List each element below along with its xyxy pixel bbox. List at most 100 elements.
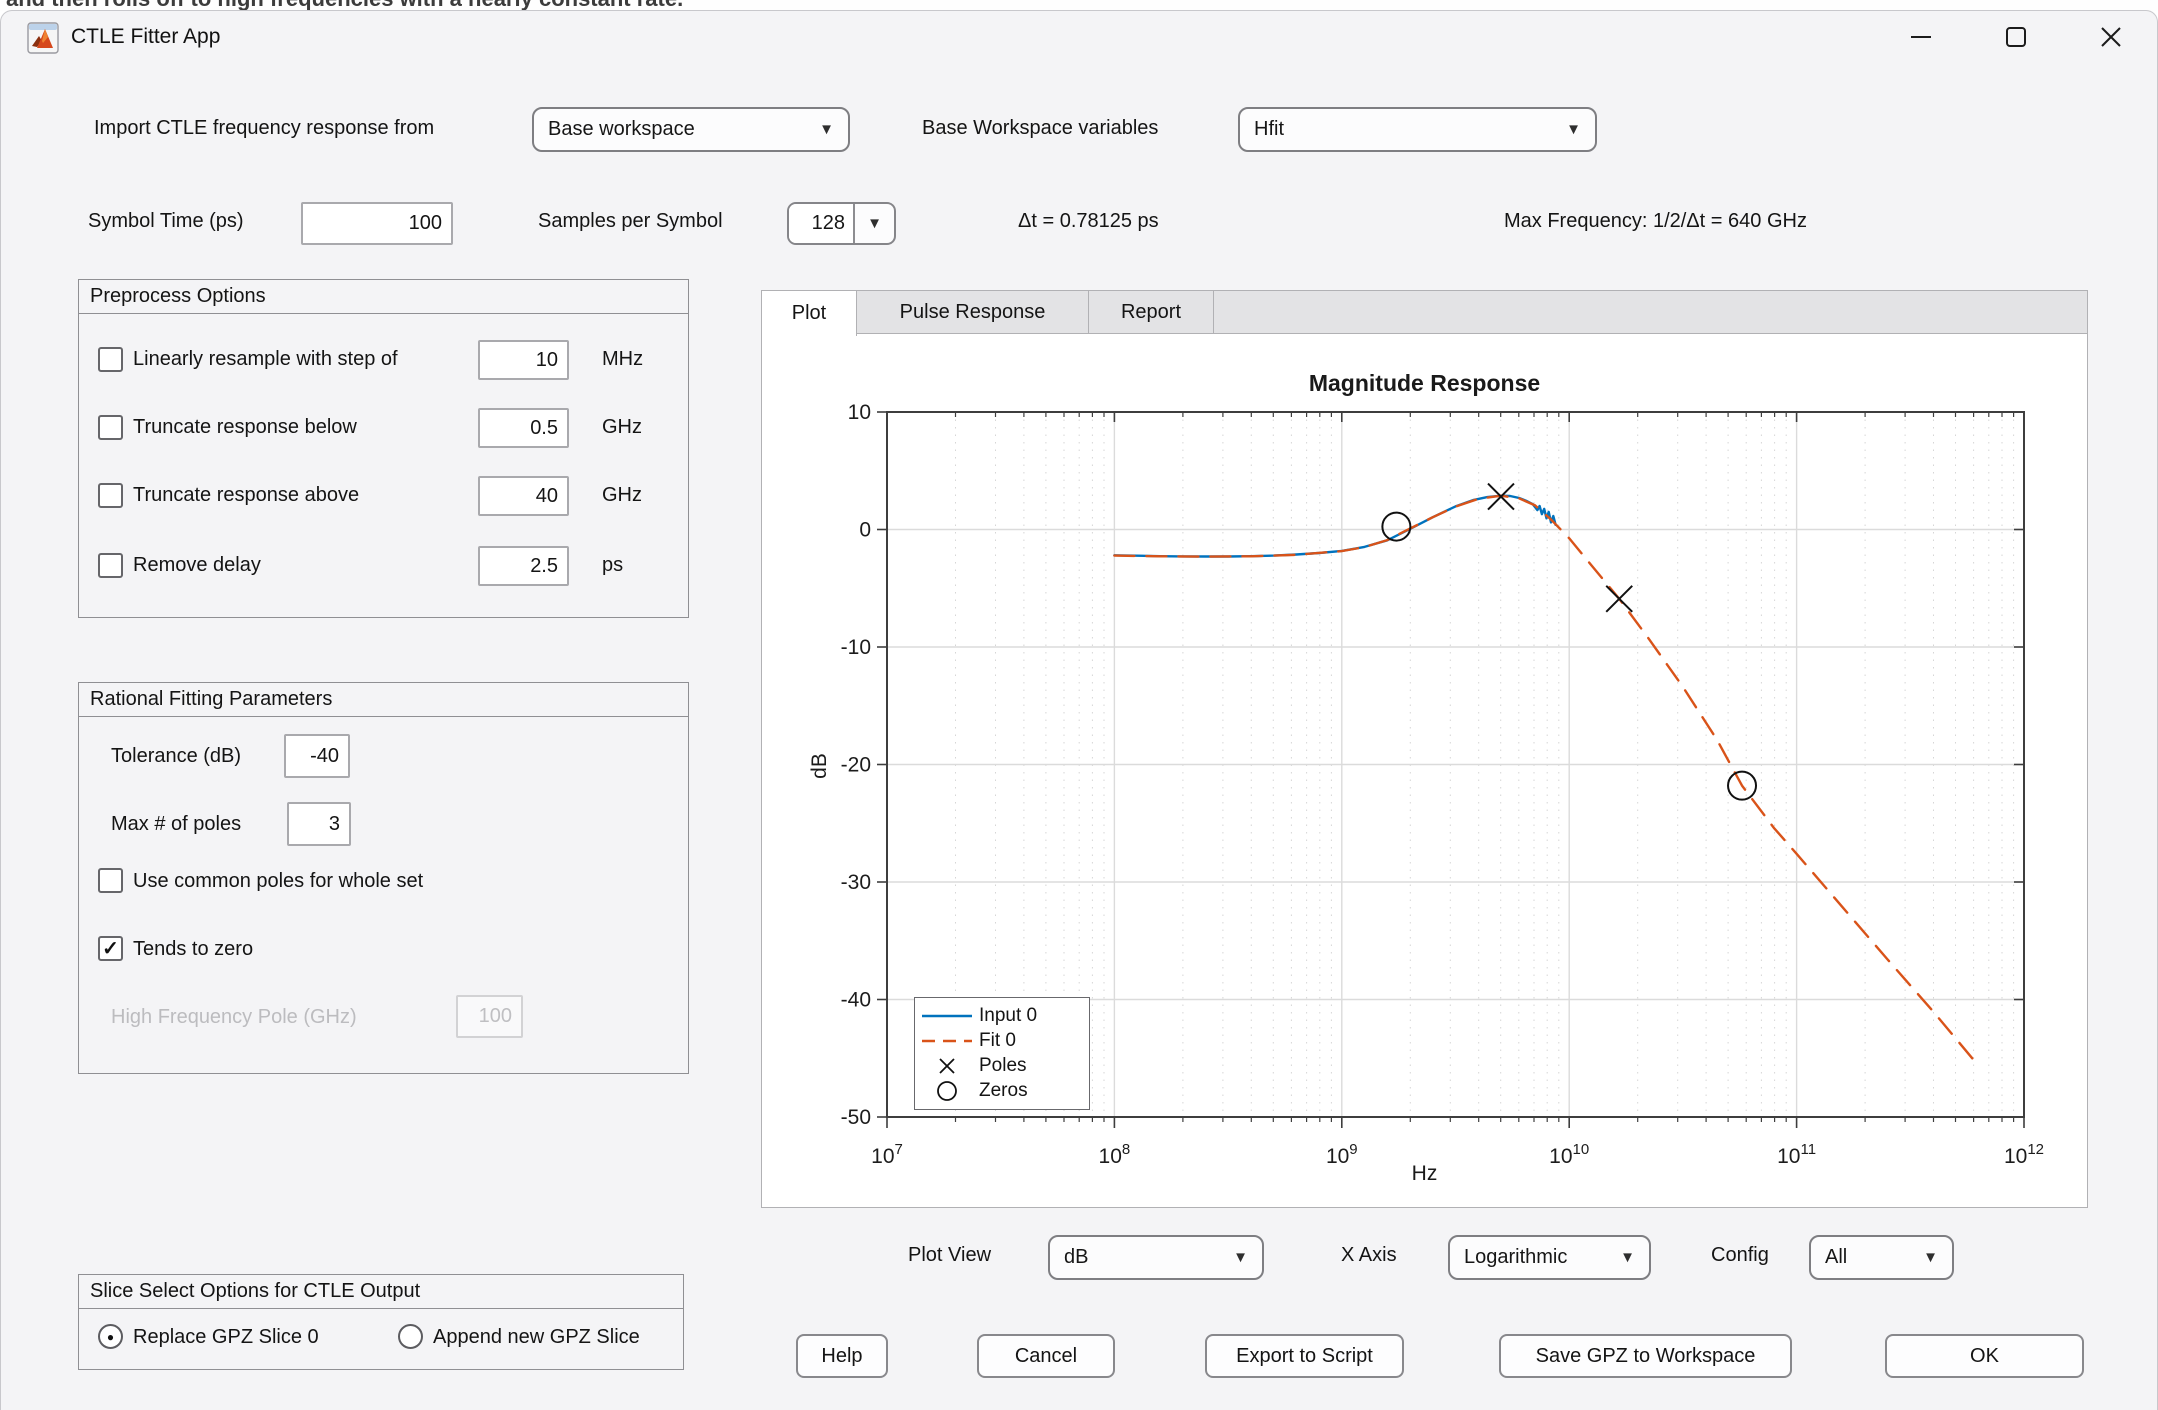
tends-to-zero-checkbox[interactable]: ✓ <box>98 936 123 961</box>
symbol-time-label: Symbol Time (ps) <box>88 210 244 233</box>
resample-step-field[interactable] <box>478 340 569 380</box>
truncate-below-field[interactable] <box>478 408 569 448</box>
legend-item-fit: Fit 0 <box>915 1028 1089 1053</box>
x-axis-mode-label: X Axis <box>1341 1244 1397 1267</box>
x-axis-dropdown[interactable]: Logarithmic ▼ <box>1448 1235 1651 1280</box>
linearly-resample-label: Linearly resample with step of <box>133 348 398 371</box>
zero-marker-swatch <box>915 1080 979 1102</box>
window-title: CTLE Fitter App <box>71 25 220 49</box>
svg-text:-20: -20 <box>841 754 871 777</box>
chevron-down-icon: ▼ <box>1923 1249 1938 1266</box>
cancel-button[interactable]: Cancel <box>977 1334 1115 1378</box>
samples-per-symbol-value[interactable]: 128 <box>789 204 855 243</box>
chevron-down-icon: ▼ <box>1233 1249 1248 1266</box>
truncate-above-field[interactable] <box>478 476 569 516</box>
pole-marker-swatch <box>915 1056 979 1076</box>
legend-item-zeros: Zeros <box>915 1078 1089 1103</box>
import-source-dropdown[interactable]: Base workspace ▼ <box>532 107 850 152</box>
max-poles-label: Max # of poles <box>111 813 241 836</box>
chart-legend: Input 0 Fit 0 Poles Zeros <box>914 997 1090 1110</box>
replace-gpz-label: Replace GPZ Slice 0 <box>133 1326 319 1349</box>
close-icon <box>2098 24 2124 50</box>
workspace-variables-label: Base Workspace variables <box>922 117 1158 140</box>
matlab-icon <box>27 22 59 54</box>
tab-bar: Plot Pulse Response Report <box>761 290 2088 334</box>
remove-delay-label: Remove delay <box>133 554 261 577</box>
maximize-icon <box>2003 24 2029 50</box>
ctle-fitter-window: CTLE Fitter App Import CTLE frequency re… <box>0 10 2158 1410</box>
remove-delay-field[interactable] <box>478 546 569 586</box>
resample-step-unit: MHz <box>602 348 643 371</box>
plot-view-label: Plot View <box>908 1244 991 1267</box>
tolerance-field[interactable] <box>284 734 350 778</box>
close-button[interactable] <box>2079 13 2143 61</box>
help-button[interactable]: Help <box>796 1334 888 1378</box>
preprocess-panel-title: Preprocess Options <box>79 280 688 313</box>
max-poles-field[interactable] <box>287 802 351 846</box>
common-poles-checkbox[interactable] <box>98 868 123 893</box>
minimize-icon <box>1908 24 1934 50</box>
svg-text:0: 0 <box>859 519 871 542</box>
samples-per-symbol-label: Samples per Symbol <box>538 210 723 233</box>
symbol-time-field[interactable] <box>301 202 453 245</box>
input-line-swatch <box>915 1012 979 1020</box>
tab-report[interactable]: Report <box>1089 291 1214 333</box>
remove-delay-checkbox[interactable] <box>98 553 123 578</box>
svg-text:-40: -40 <box>841 989 871 1012</box>
maximize-button[interactable] <box>1984 13 2048 61</box>
remove-delay-unit: ps <box>602 554 623 577</box>
export-to-script-button[interactable]: Export to Script <box>1205 1334 1404 1378</box>
slice-select-panel: Slice Select Options for CTLE Output ● R… <box>78 1274 684 1370</box>
legend-item-input: Input 0 <box>915 1003 1089 1028</box>
ok-button[interactable]: OK <box>1885 1334 2084 1378</box>
legend-item-poles: Poles <box>915 1053 1089 1078</box>
append-gpz-radio[interactable] <box>398 1324 423 1349</box>
plot-view-value: dB <box>1064 1246 1088 1269</box>
save-gpz-button[interactable]: Save GPZ to Workspace <box>1499 1334 1792 1378</box>
chevron-down-icon: ▼ <box>819 121 834 138</box>
rational-fitting-panel: Rational Fitting Parameters Tolerance (d… <box>78 682 689 1074</box>
svg-text:-30: -30 <box>841 871 871 894</box>
tends-to-zero-label: Tends to zero <box>133 938 253 961</box>
rational-panel-title: Rational Fitting Parameters <box>79 683 688 716</box>
truncate-below-checkbox[interactable] <box>98 415 123 440</box>
x-axis-label: Hz <box>762 1162 2087 1186</box>
minimize-button[interactable] <box>1889 13 1953 61</box>
workspace-variable-dropdown[interactable]: Hfit ▼ <box>1238 107 1597 152</box>
import-source-value: Base workspace <box>548 118 695 141</box>
truncate-above-checkbox[interactable] <box>98 483 123 508</box>
import-source-label: Import CTLE frequency response from <box>94 117 434 140</box>
hf-pole-field <box>456 995 523 1038</box>
config-value: All <box>1825 1246 1847 1269</box>
truncate-below-unit: GHz <box>602 416 642 439</box>
delta-t-readout: Δt = 0.78125 ps <box>1018 210 1159 233</box>
workspace-variable-value: Hfit <box>1254 118 1284 141</box>
slice-panel-header: Slice Select Options for CTLE Output <box>79 1275 683 1309</box>
fit-line-swatch <box>915 1037 979 1045</box>
truncate-above-unit: GHz <box>602 484 642 507</box>
tab-plot[interactable]: Plot <box>762 291 857 336</box>
plot-view-dropdown[interactable]: dB ▼ <box>1048 1235 1264 1280</box>
preprocess-options-panel: Preprocess Options Linearly resample wit… <box>78 279 689 618</box>
replace-gpz-radio[interactable]: ● <box>98 1324 123 1349</box>
rational-panel-header: Rational Fitting Parameters <box>79 683 688 717</box>
append-gpz-label: Append new GPZ Slice <box>433 1326 640 1349</box>
svg-text:-10: -10 <box>841 636 871 659</box>
tab-pulse-response[interactable]: Pulse Response <box>857 291 1089 333</box>
plot-tab-content: Magnitude Response 107108109101010111012… <box>761 333 2088 1208</box>
preprocess-panel-header: Preprocess Options <box>79 280 688 314</box>
samples-per-symbol-combo[interactable]: 128 ▼ <box>787 202 896 245</box>
chevron-down-icon: ▼ <box>1566 121 1581 138</box>
svg-text:10: 10 <box>848 401 871 424</box>
config-label: Config <box>1711 1244 1769 1267</box>
truncate-above-label: Truncate response above <box>133 484 359 507</box>
config-dropdown[interactable]: All ▼ <box>1809 1235 1954 1280</box>
slice-panel-title: Slice Select Options for CTLE Output <box>79 1275 683 1308</box>
titlebar: CTLE Fitter App <box>1 11 2157 63</box>
tolerance-label: Tolerance (dB) <box>111 745 241 768</box>
chevron-down-icon[interactable]: ▼ <box>855 204 894 243</box>
hf-pole-label: High Frequency Pole (GHz) <box>111 1006 357 1029</box>
max-frequency-readout: Max Frequency: 1/2/Δt = 640 GHz <box>1504 210 1807 233</box>
linearly-resample-checkbox[interactable] <box>98 347 123 372</box>
truncate-below-label: Truncate response below <box>133 416 357 439</box>
